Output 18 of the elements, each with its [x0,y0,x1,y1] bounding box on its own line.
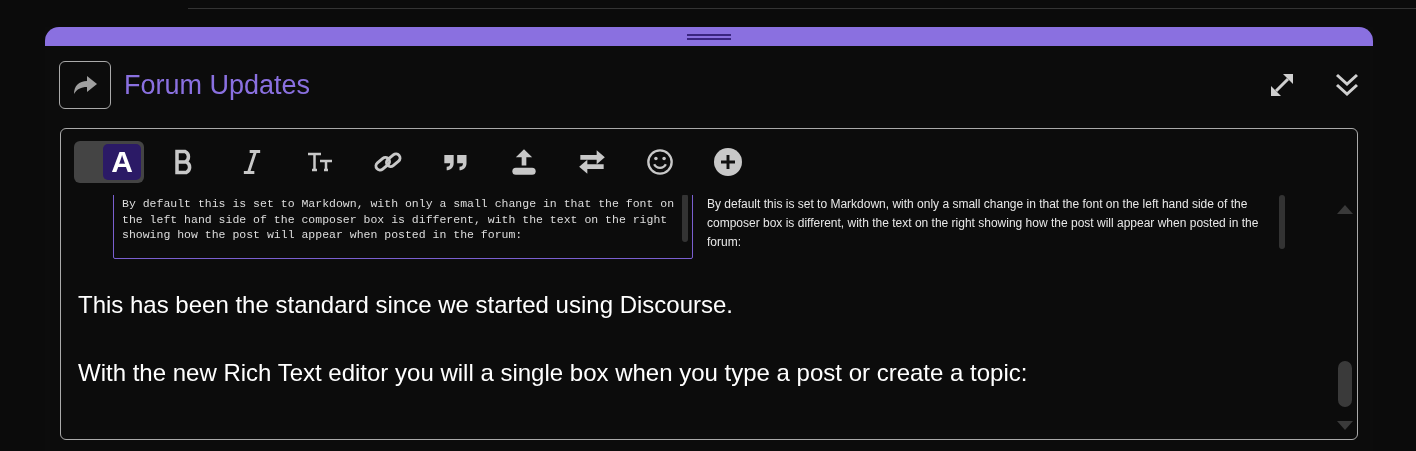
swap-arrows-icon[interactable] [578,148,606,176]
upload-icon[interactable] [510,148,538,176]
preview-text: By default this is set to Markdown, with only a small change in that the font on the left hand side of the composer box is different, with the text on the right showing how the post will appear when posted in the forum: [707,196,1260,251]
scrollbar-thumb [682,195,688,242]
rich-text-toggle[interactable]: A [74,141,144,183]
emoji-icon[interactable] [646,148,674,176]
topic-title: Forum Updates [124,69,311,101]
post-paragraph: This has been the standard since we started using Discourse. [78,291,735,319]
reply-button[interactable] [59,61,111,109]
markdown-text: By default this is set to Markdown, with only a small change in that the font on the left hand side of the composer box is different, with the text on the right showing how the post will appear when posted in the forum: [122,196,676,243]
expand-icon[interactable] [1269,72,1295,98]
post-paragraph: With the new Rich Text editor you will a single box when you type a post or create a topic: [78,359,1029,387]
add-icon[interactable] [714,148,742,176]
collapse-icon[interactable] [1335,72,1359,98]
grip-icon[interactable] [687,33,731,40]
editor-box[interactable] [60,128,1358,440]
scrollbar-thumb[interactable] [1338,361,1352,407]
scrollbar-thumb [1279,195,1285,249]
